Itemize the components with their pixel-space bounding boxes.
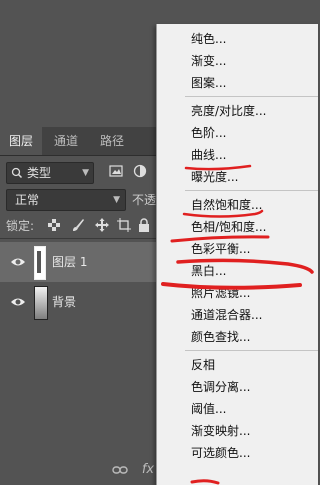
eye-icon[interactable]	[10, 254, 26, 270]
blend-mode-select[interactable]: 正常 ▼	[6, 189, 126, 211]
link-icon[interactable]	[112, 461, 128, 479]
lock-label: 锁定:	[6, 219, 35, 233]
menu-item[interactable]: 反相	[191, 354, 215, 376]
fx-button[interactable]: fx	[140, 461, 156, 479]
menu-item[interactable]: 色阶...	[191, 122, 226, 144]
menu-item[interactable]: 颜色查找...	[191, 326, 250, 348]
menu-item[interactable]: 亮度/对比度...	[191, 100, 267, 122]
menu-item[interactable]: 色调分离...	[191, 376, 250, 398]
adjustment-layer-menu: 纯色... 渐变... 图案... 亮度/对比度... 色阶... 曲线... 曝光度...…	[156, 24, 318, 485]
menu-item[interactable]: 纯色...	[191, 28, 226, 50]
lock-transparent-icon[interactable]	[46, 218, 62, 234]
menu-item[interactable]: 曲线...	[191, 144, 226, 166]
menu-item[interactable]: 渐变映射...	[191, 420, 250, 442]
tab-paths[interactable]: 路径	[90, 127, 134, 155]
lock-position-icon[interactable]	[94, 218, 110, 234]
tab-channels[interactable]: 通道	[44, 127, 88, 155]
menu-item[interactable]: 黑白...	[191, 260, 226, 282]
menu-item[interactable]: 色相/饱和度...	[191, 216, 267, 238]
menu-item[interactable]: 曝光度...	[191, 166, 238, 188]
tab-layers[interactable]: 图层	[0, 127, 42, 155]
menu-item[interactable]: 照片滤镜...	[191, 282, 250, 304]
filter-kind-label: 类型	[27, 166, 52, 180]
menu-item[interactable]: 可选颜色...	[191, 442, 250, 464]
lock-artboard-icon[interactable]	[116, 218, 132, 234]
chevron-down-icon: ▼	[82, 168, 89, 178]
layer-name[interactable]: 图层 1	[52, 242, 87, 282]
filter-kind-select[interactable]: 类型 ▼	[6, 162, 94, 184]
lock-brush-icon[interactable]	[70, 218, 86, 234]
menu-separator	[185, 350, 318, 351]
menu-item[interactable]: 自然饱和度...	[191, 194, 262, 216]
lock-all-icon[interactable]	[136, 218, 152, 234]
menu-item[interactable]: 色彩平衡...	[191, 238, 250, 260]
layer-name[interactable]: 背景	[52, 282, 76, 322]
menu-separator	[185, 96, 318, 97]
menu-item[interactable]: 通道混合器...	[191, 304, 262, 326]
menu-item[interactable]: 阈值...	[191, 398, 226, 420]
opacity-label: 不透	[132, 193, 157, 207]
image-filter-icon[interactable]	[108, 164, 124, 180]
search-icon	[11, 163, 23, 189]
blend-mode-value: 正常	[15, 193, 40, 207]
layer-thumbnail	[34, 246, 46, 280]
chevron-down-icon: ▼	[113, 195, 120, 205]
menu-item[interactable]: 渐变...	[191, 50, 226, 72]
adjustment-filter-icon[interactable]	[132, 164, 148, 180]
menu-separator	[185, 190, 318, 191]
menu-item[interactable]: 图案...	[191, 72, 226, 94]
eye-icon[interactable]	[10, 294, 26, 310]
layer-thumbnail	[34, 286, 48, 320]
